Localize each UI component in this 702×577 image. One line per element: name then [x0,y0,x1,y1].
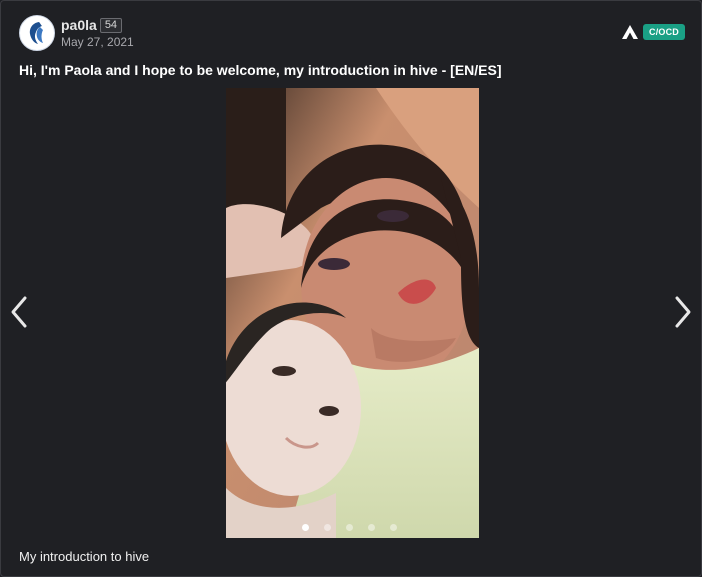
carousel-dot[interactable] [346,524,353,531]
carousel-dot[interactable] [302,524,309,531]
avatar-silhouette-icon [23,19,51,47]
chevron-left-icon [11,296,27,328]
chevron-right-icon [675,296,691,328]
author-meta: pa0la 54 May 27, 2021 [61,17,134,49]
post-title[interactable]: Hi, I'm Paola and I hope to be welcome, … [19,62,502,78]
post-card: pa0la 54 May 27, 2021 C/OCD Hi, I'm Paol… [0,0,702,577]
post-photo[interactable] [226,88,479,538]
carousel-dot[interactable] [324,524,331,531]
carousel-dot[interactable] [390,524,397,531]
carousel-dot[interactable] [368,524,375,531]
carousel-next-button[interactable] [673,295,693,329]
author-username[interactable]: pa0la [61,17,97,33]
carousel-dots [302,524,397,531]
community-badge[interactable]: C/OCD [643,24,685,40]
photo-selfie-image [226,88,479,538]
reputation-badge: 54 [99,17,123,33]
post-header: pa0la 54 May 27, 2021 [19,15,134,51]
avatar[interactable] [19,15,55,51]
post-date: May 27, 2021 [61,35,134,49]
post-caption: My introduction to hive [19,549,150,564]
author-name-row: pa0la 54 [61,17,134,33]
carousel-prev-button[interactable] [9,295,29,329]
community-tag[interactable]: C/OCD [621,24,685,40]
hive-logo-icon [622,25,638,39]
